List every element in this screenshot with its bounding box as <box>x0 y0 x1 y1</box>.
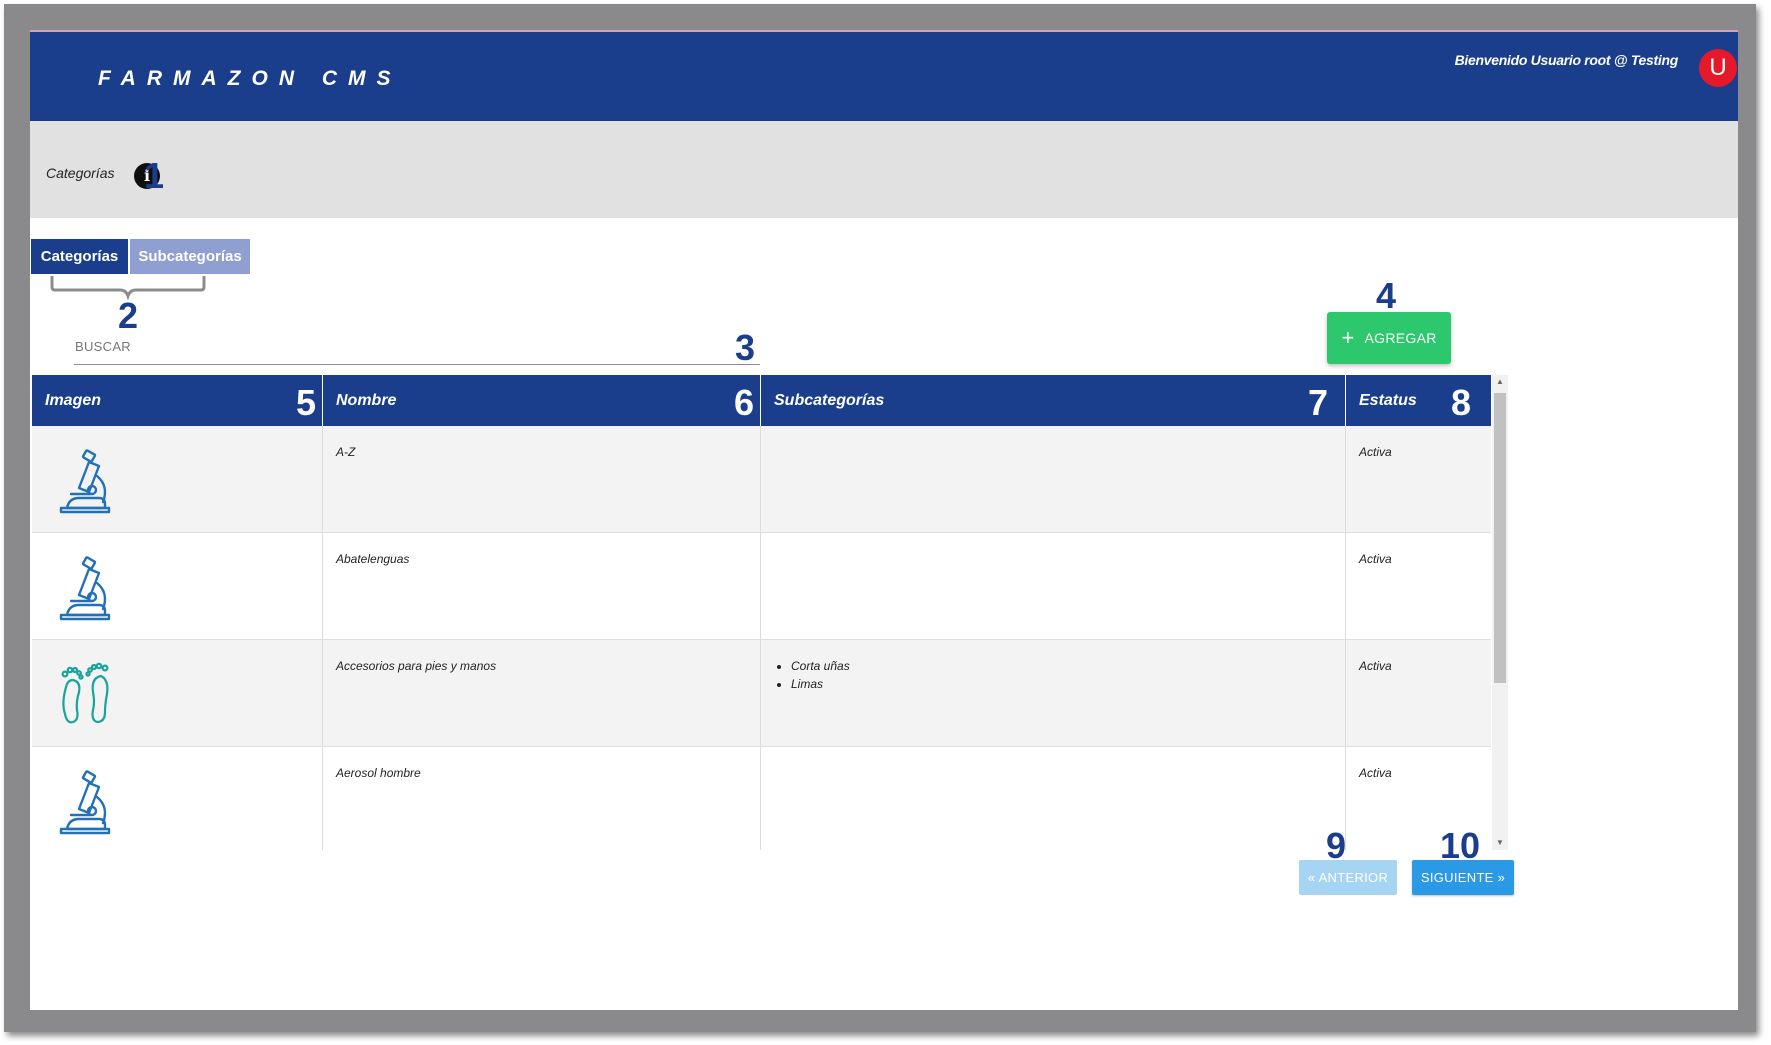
tab-categorias[interactable]: Categorías <box>31 239 128 274</box>
scroll-down-arrow-icon[interactable]: ▼ <box>1492 836 1508 850</box>
next-page-button[interactable]: SIGUIENTE » <box>1412 860 1514 895</box>
callout-10: 10 <box>1440 825 1481 866</box>
screenshot-frame: FARMAZON CMS Bienvenido Usuario root @ T… <box>4 4 1756 1032</box>
scroll-up-arrow-icon[interactable]: ▲ <box>1492 375 1508 389</box>
microscope-icon <box>59 770 111 835</box>
image-cell <box>32 426 323 533</box>
table-row[interactable]: Aerosol hombre Activa <box>32 747 1491 850</box>
subcategories-cell <box>761 426 1346 533</box>
callout-6: 6 <box>734 382 755 423</box>
search-input[interactable] <box>74 364 760 365</box>
subcategories-cell: Corta uñas Limas <box>761 640 1346 747</box>
search-label[interactable]: BUSCAR <box>75 339 131 354</box>
name-cell: Aerosol hombre <box>323 747 761 850</box>
name-cell: A-Z <box>323 426 761 533</box>
status-cell: Activa <box>1359 552 1392 566</box>
welcome-text: Bienvenido Usuario root @ Testing <box>1454 52 1679 68</box>
categories-table: Imagen Nombre Subcategorías Estatus 5 6 … <box>32 375 1491 850</box>
name-cell: Abatelenguas <box>323 533 761 640</box>
table-row[interactable]: Accesorios para pies y manos Corta uñas … <box>32 640 1491 747</box>
callout-1: 1 <box>144 155 165 196</box>
callout-3: 3 <box>735 327 756 368</box>
callout-4: 4 <box>1376 275 1397 316</box>
microscope-icon <box>59 449 111 514</box>
table-header: Imagen Nombre Subcategorías Estatus 5 6 … <box>32 375 1491 426</box>
microscope-icon <box>59 556 111 621</box>
column-header-subcategorias[interactable]: Subcategorías <box>761 375 1346 426</box>
subcategory-item: Limas <box>791 677 1345 691</box>
page-title: Categorías <box>46 165 115 181</box>
scroll-thumb[interactable] <box>1494 393 1506 683</box>
subcategories-cell <box>761 747 1346 850</box>
callout-5: 5 <box>296 382 317 423</box>
column-header-label: Imagen <box>45 392 102 409</box>
callout-8: 8 <box>1451 382 1472 423</box>
brand-logo[interactable]: FARMAZON CMS <box>98 67 402 91</box>
column-header-nombre[interactable]: Nombre <box>323 375 761 426</box>
app-header: FARMAZON CMS Bienvenido Usuario root @ T… <box>30 32 1738 121</box>
table-row[interactable]: A-Z Activa <box>32 426 1491 533</box>
image-cell <box>32 533 323 640</box>
name-cell: Accesorios para pies y manos <box>323 640 761 747</box>
feet-icon <box>61 662 109 724</box>
image-cell <box>32 747 323 850</box>
column-header-label: Nombre <box>336 392 397 409</box>
callout-7: 7 <box>1308 382 1329 423</box>
user-avatar[interactable]: U <box>1699 49 1737 87</box>
prev-page-button[interactable]: « ANTERIOR <box>1299 860 1397 895</box>
status-cell: Activa <box>1359 659 1392 673</box>
column-header-label: Subcategorías <box>774 392 885 409</box>
column-header-label: Estatus <box>1359 392 1417 409</box>
callout-9: 9 <box>1326 825 1347 866</box>
subcategories-cell <box>761 533 1346 640</box>
add-button[interactable]: + AGREGAR <box>1327 312 1451 364</box>
plus-icon: + <box>1341 325 1355 350</box>
add-button-label: AGREGAR <box>1364 330 1437 346</box>
column-header-imagen[interactable]: Imagen <box>32 375 323 426</box>
title-bar: Categorías i <box>30 121 1738 218</box>
callout-2: 2 <box>118 295 139 336</box>
subcategory-item: Corta uñas <box>791 659 1345 673</box>
table-row[interactable]: Abatelenguas Activa <box>32 533 1491 640</box>
subcategory-list: Corta uñas Limas <box>774 659 1345 691</box>
app-screen: FARMAZON CMS Bienvenido Usuario root @ T… <box>30 30 1738 1010</box>
status-cell: Activa <box>1359 445 1392 459</box>
table-scrollbar[interactable]: ▲ ▼ <box>1492 375 1508 850</box>
tab-subcategorias[interactable]: Subcategorías <box>130 239 250 274</box>
image-cell <box>32 640 323 747</box>
